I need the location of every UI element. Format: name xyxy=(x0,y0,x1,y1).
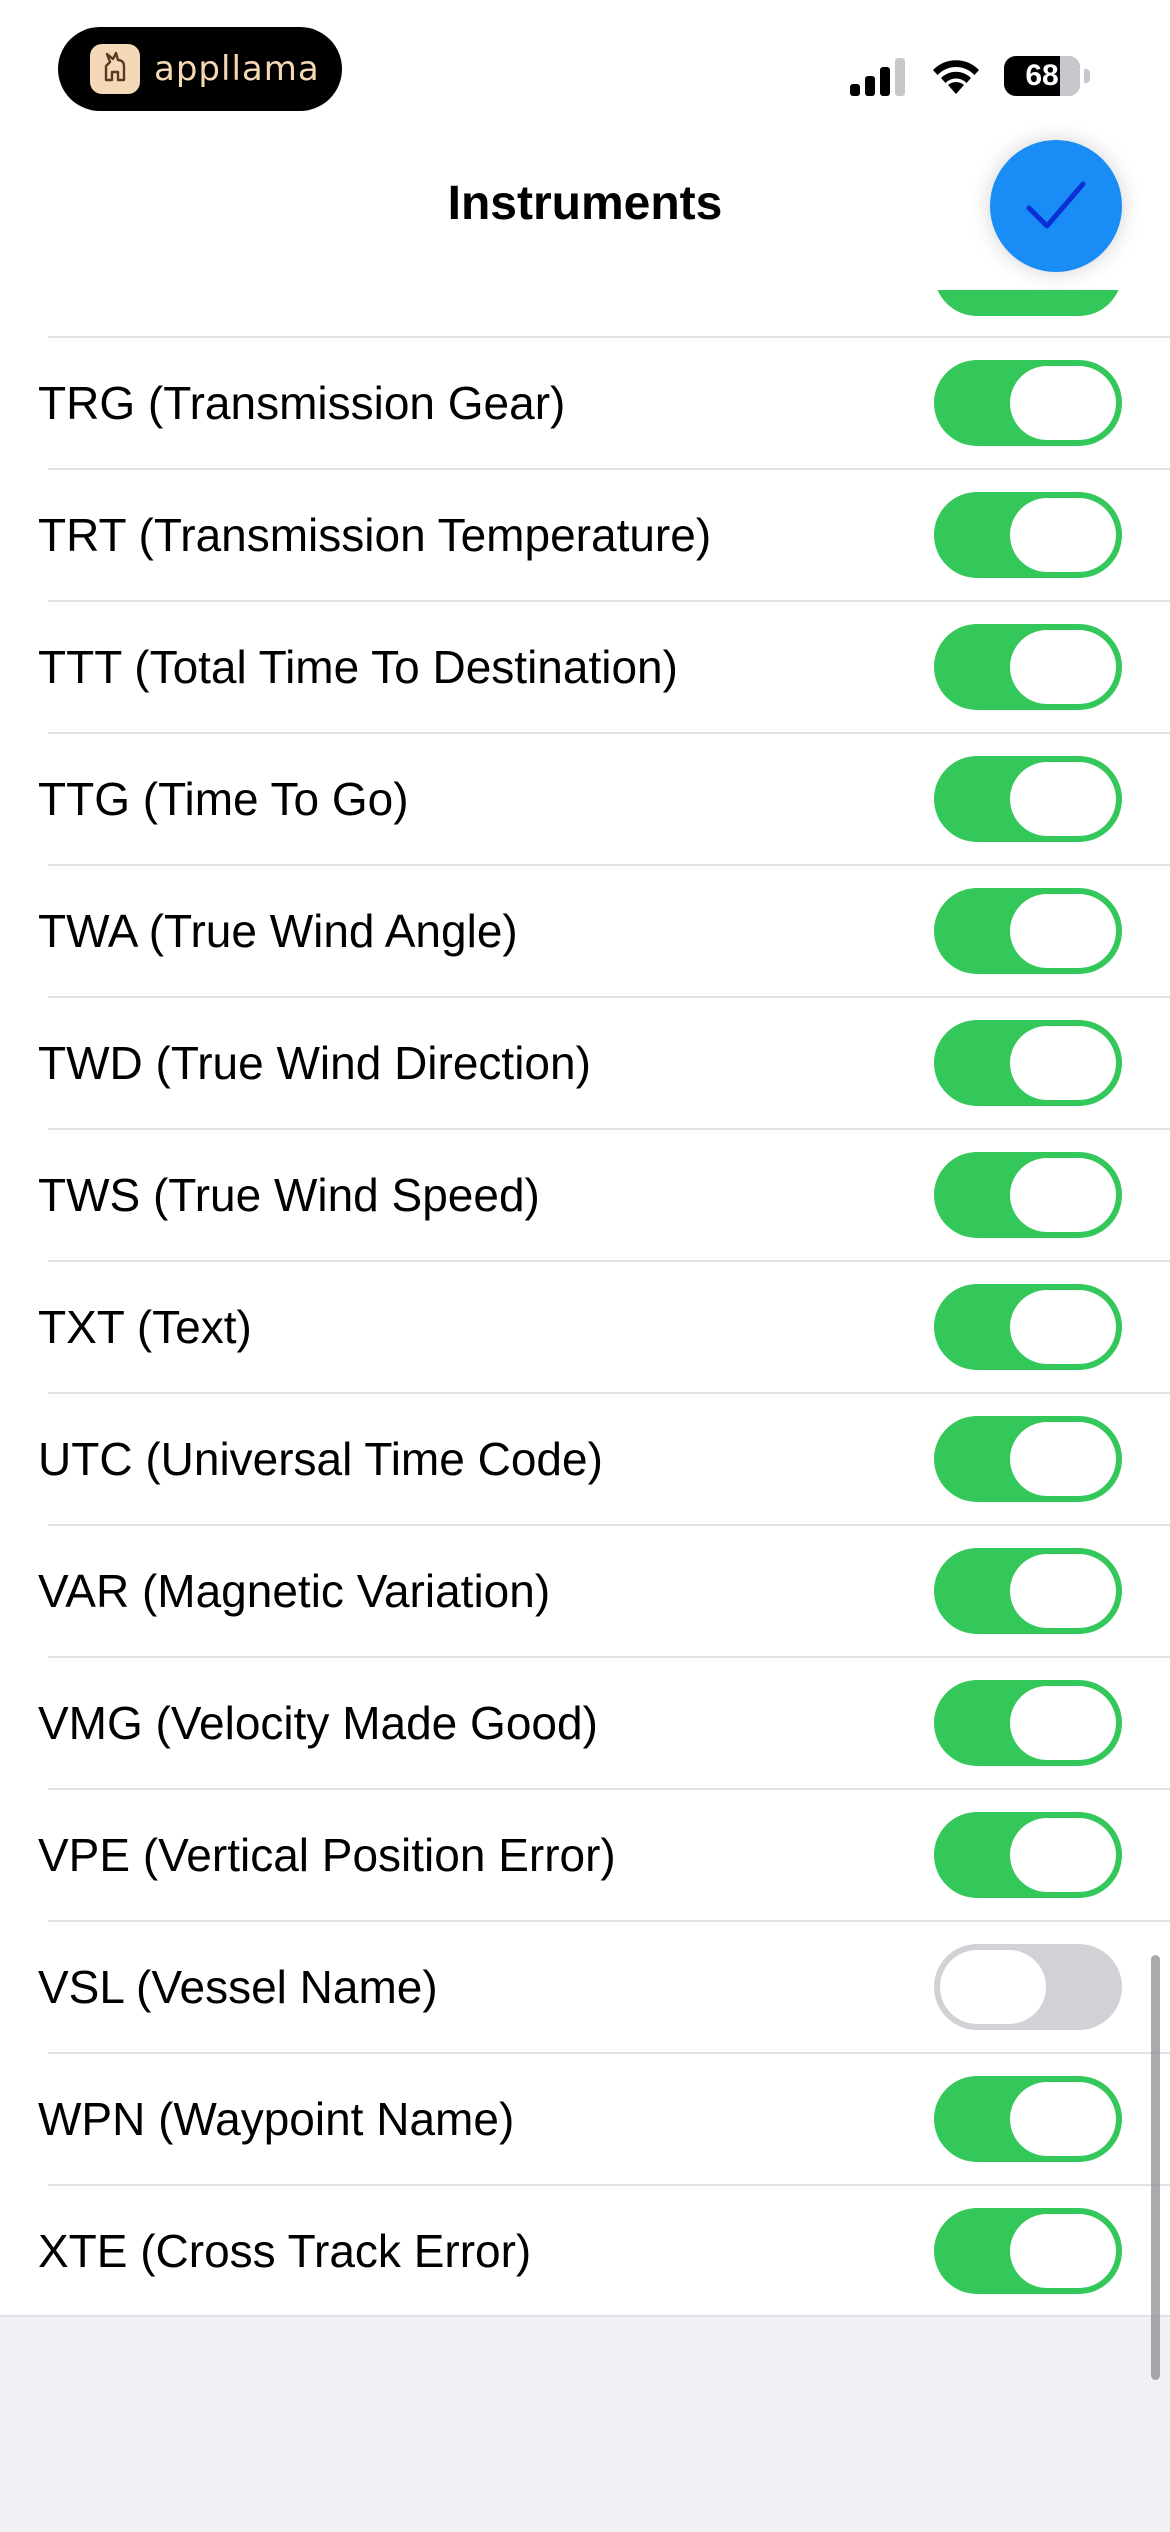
scroll-indicator[interactable] xyxy=(1151,1955,1160,2380)
battery: 68 xyxy=(1004,56,1080,96)
instrument-toggle[interactable] xyxy=(934,1680,1122,1766)
toggle-knob xyxy=(1010,1686,1116,1760)
cellular-signal-icon xyxy=(850,58,905,96)
checkmark-icon xyxy=(1026,181,1086,229)
toggle-knob xyxy=(1010,2082,1116,2156)
battery-level: 68 xyxy=(1025,59,1059,92)
list-bottom-divider xyxy=(0,2315,1170,2317)
list-item: VMG (Velocity Made Good) xyxy=(38,1656,1170,1788)
instrument-label: TRT (Transmission Temperature) xyxy=(38,509,712,561)
list-item: UTC (Universal Time Code) xyxy=(38,1392,1170,1524)
instrument-label: VAR (Magnetic Variation) xyxy=(38,1565,551,1617)
app-badge[interactable]: appllama xyxy=(58,27,342,111)
list-item: TTT (Total Time To Destination) xyxy=(38,600,1170,732)
list-item: VPE (Vertical Position Error) xyxy=(38,1788,1170,1920)
list-item: VAR (Magnetic Variation) xyxy=(38,1524,1170,1656)
instrument-label: VSL (Vessel Name) xyxy=(38,1961,438,2013)
list-item: TWS (True Wind Speed) xyxy=(38,1128,1170,1260)
toggle-knob xyxy=(1010,894,1116,968)
instrument-toggle[interactable] xyxy=(934,492,1122,578)
wifi-icon xyxy=(933,60,979,94)
llama-logo-icon xyxy=(90,44,140,94)
toggle-knob xyxy=(1010,1422,1116,1496)
instrument-toggle[interactable] xyxy=(934,624,1122,710)
toggle-knob xyxy=(1010,498,1116,572)
list-item: TRT (Transmission Temperature) xyxy=(38,468,1170,600)
instrument-toggle[interactable] xyxy=(934,1548,1122,1634)
instrument-label: UTC (Universal Time Code) xyxy=(38,1433,603,1485)
instrument-toggle[interactable] xyxy=(934,1416,1122,1502)
instrument-toggle[interactable] xyxy=(934,888,1122,974)
partial-toggle[interactable] xyxy=(934,290,1122,316)
screen: appllama 68 Instruments TRG (Transmissio… xyxy=(0,0,1170,2532)
app-badge-text: appllama xyxy=(154,49,320,89)
instrument-label: TTT (Total Time To Destination) xyxy=(38,641,678,693)
instrument-list: TRG (Transmission Gear) TRT (Transmission… xyxy=(0,290,1170,2317)
instrument-label: TWA (True Wind Angle) xyxy=(38,905,518,957)
instrument-label: VPE (Vertical Position Error) xyxy=(38,1829,616,1881)
instrument-toggle[interactable] xyxy=(934,1284,1122,1370)
instrument-toggle[interactable] xyxy=(934,756,1122,842)
list-item: TWA (True Wind Angle) xyxy=(38,864,1170,996)
list-item: VSL (Vessel Name) xyxy=(38,1920,1170,2052)
instrument-label: TTG (Time To Go) xyxy=(38,773,409,825)
instrument-label: TRG (Transmission Gear) xyxy=(38,377,566,429)
instrument-label: WPN (Waypoint Name) xyxy=(38,2093,515,2145)
instrument-toggle[interactable] xyxy=(934,2208,1122,2294)
instrument-label: TXT (Text) xyxy=(38,1301,252,1353)
list-item: WPN (Waypoint Name) xyxy=(38,2052,1170,2184)
instrument-label: TWD (True Wind Direction) xyxy=(38,1037,591,1089)
list-item: TWD (True Wind Direction) xyxy=(38,996,1170,1128)
status-bar: appllama 68 xyxy=(0,0,1170,140)
instrument-toggle[interactable] xyxy=(934,2076,1122,2162)
toggle-knob xyxy=(1010,630,1116,704)
toggle-knob xyxy=(940,1950,1046,2024)
toggle-knob xyxy=(1010,2214,1116,2288)
instrument-toggle[interactable] xyxy=(934,1020,1122,1106)
toggle-knob xyxy=(1010,366,1116,440)
list-item: XTE (Cross Track Error) xyxy=(38,2184,1170,2316)
instrument-label: TWS (True Wind Speed) xyxy=(38,1169,540,1221)
status-icons: 68 xyxy=(850,54,1090,98)
instrument-label: XTE (Cross Track Error) xyxy=(38,2225,532,2277)
instrument-toggle[interactable] xyxy=(934,1944,1122,2030)
toggle-knob xyxy=(1010,1554,1116,1628)
toggle-knob xyxy=(1010,1026,1116,1100)
instrument-toggle[interactable] xyxy=(934,360,1122,446)
list-item: TRG (Transmission Gear) xyxy=(38,336,1170,468)
instrument-label: VMG (Velocity Made Good) xyxy=(38,1697,598,1749)
toggle-knob xyxy=(1010,1290,1116,1364)
toggle-knob xyxy=(1010,762,1116,836)
list-item: TTG (Time To Go) xyxy=(38,732,1170,864)
instrument-toggle[interactable] xyxy=(934,1152,1122,1238)
toggle-knob xyxy=(1010,1818,1116,1892)
list-item-partial xyxy=(0,290,1170,336)
battery-icon: 68 xyxy=(1004,56,1090,96)
list-item: TXT (Text) xyxy=(38,1260,1170,1392)
instrument-toggle[interactable] xyxy=(934,1812,1122,1898)
toggle-knob xyxy=(1010,1158,1116,1232)
nav-header: Instruments xyxy=(0,140,1170,290)
confirm-button[interactable] xyxy=(990,140,1122,272)
